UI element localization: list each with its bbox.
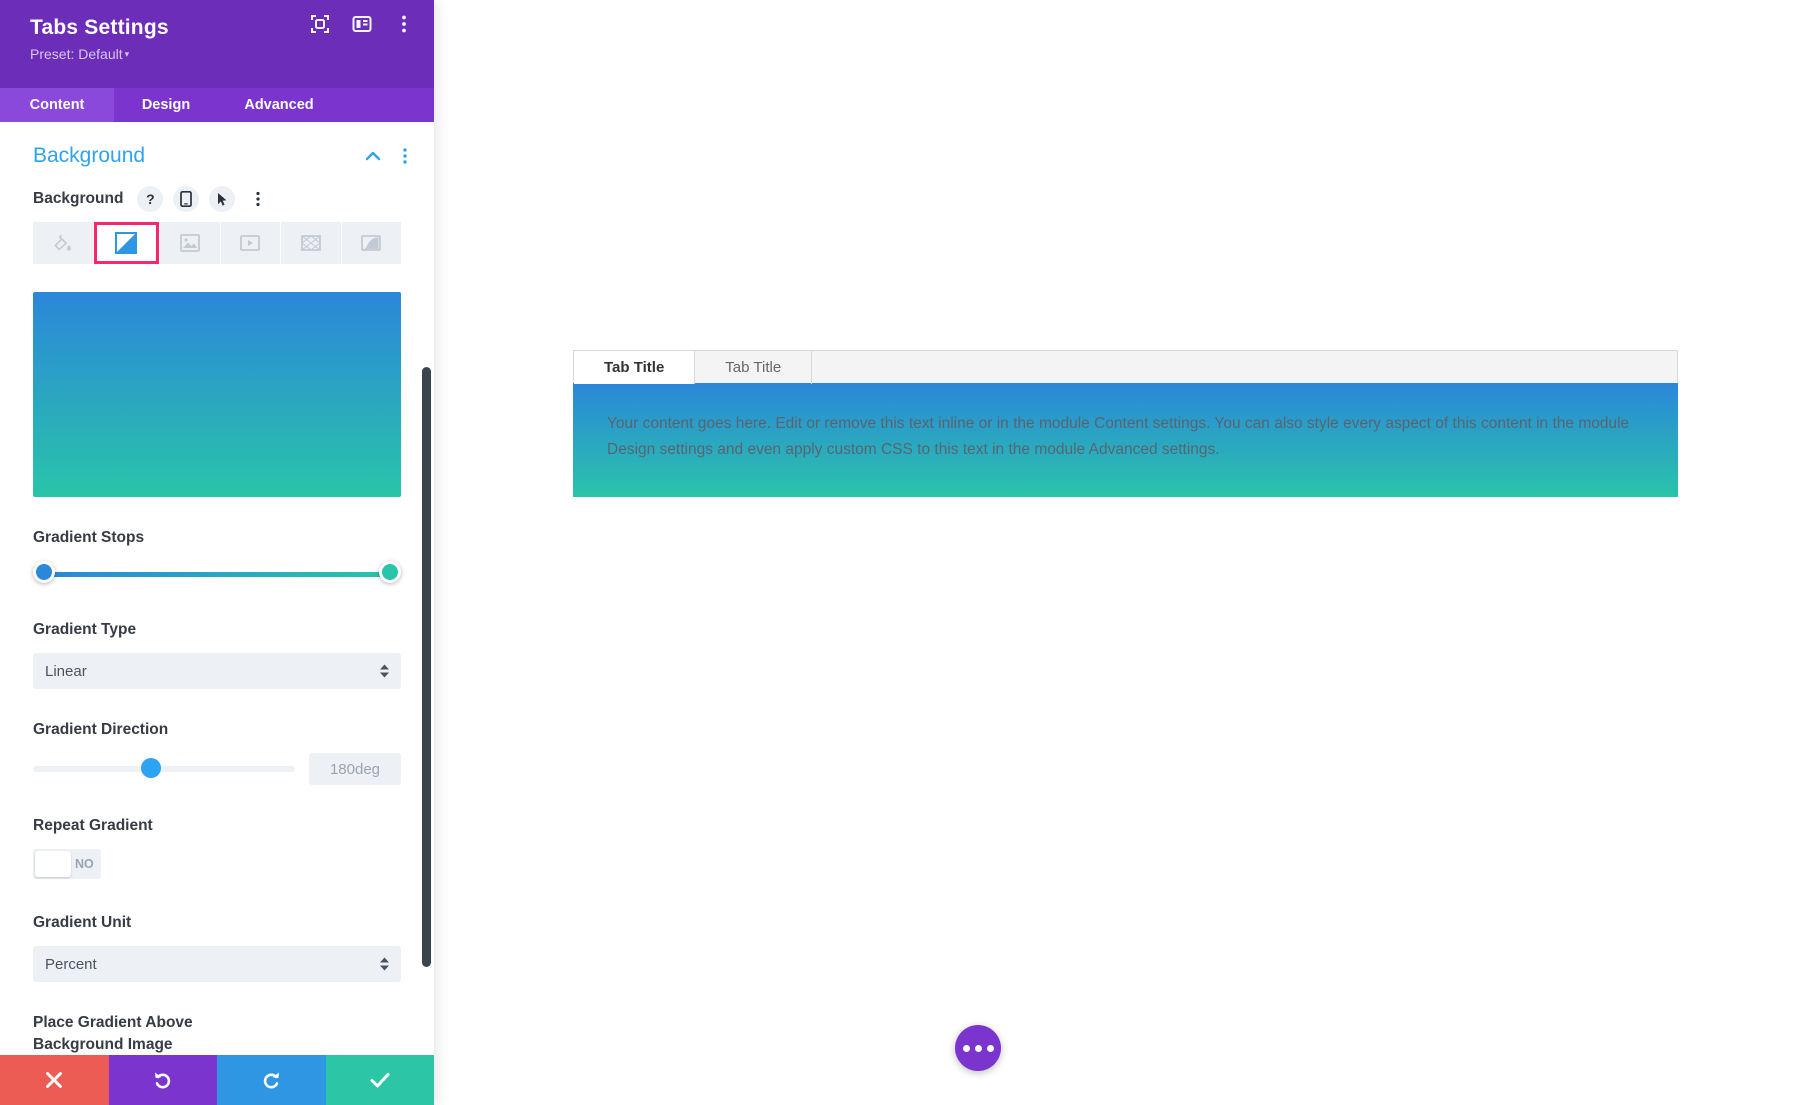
section-more-vertical-icon[interactable]: [402, 147, 408, 165]
header-icon-group: [310, 14, 414, 34]
background-type-pattern[interactable]: [281, 222, 341, 264]
focus-icon[interactable]: [310, 14, 330, 34]
paint-bucket-icon: [53, 233, 73, 253]
tab-design[interactable]: Design: [114, 88, 218, 122]
hover-cursor-icon[interactable]: [209, 186, 235, 212]
gradient-unit-select[interactable]: Percent: [33, 946, 401, 982]
chevron-down-icon: ▾: [125, 49, 130, 59]
more-vertical-icon[interactable]: [394, 14, 414, 34]
gradient-type-select[interactable]: Linear: [33, 653, 401, 689]
gradient-stops-slider[interactable]: [33, 561, 401, 589]
select-arrows-icon: [380, 665, 389, 678]
page-settings-fab[interactable]: [955, 1025, 1001, 1071]
toggle-knob: [35, 851, 71, 877]
background-type-color[interactable]: [33, 222, 93, 264]
panel-body: Background Background ?: [0, 122, 434, 1055]
gradient-stops-label: Gradient Stops: [33, 527, 401, 549]
image-icon: [180, 234, 200, 252]
background-type-tabs: [33, 222, 401, 264]
select-arrows-icon: [380, 958, 389, 971]
background-type-video[interactable]: [221, 222, 281, 264]
repeat-gradient-toggle[interactable]: NO: [33, 849, 101, 879]
gradient-unit-field: Gradient Unit Percent: [0, 912, 434, 982]
help-icon[interactable]: ?: [137, 186, 163, 212]
panel-header: Tabs Settings Preset: Default▾: [0, 0, 434, 88]
module-tab-0[interactable]: Tab Title: [574, 351, 695, 384]
dot-icon: [975, 1045, 982, 1052]
background-type-gradient[interactable]: [94, 222, 160, 264]
repeat-gradient-value: NO: [75, 857, 94, 871]
close-icon: [44, 1070, 64, 1090]
layout-panel-icon[interactable]: [352, 14, 372, 34]
dot-icon: [987, 1045, 994, 1052]
tabs-nav-filler: [812, 351, 1677, 384]
pattern-icon: [301, 234, 321, 252]
tab-content[interactable]: Content: [0, 88, 114, 122]
background-more-vertical-icon[interactable]: [245, 186, 271, 212]
gradient-stops-track: [41, 572, 392, 577]
background-section-header: Background: [0, 122, 434, 180]
tab-advanced[interactable]: Advanced: [218, 88, 340, 122]
redo-button[interactable]: [217, 1055, 326, 1105]
gradient-direction-thumb[interactable]: [141, 758, 161, 778]
undo-button[interactable]: [109, 1055, 218, 1105]
redo-icon: [260, 1069, 282, 1091]
gradient-direction-label: Gradient Direction: [33, 719, 401, 741]
panel-scrollbar-thumb[interactable]: [422, 367, 431, 967]
panel-tab-strip: Content Design Advanced: [0, 88, 434, 122]
panel-scroll-region: Background Background ?: [0, 122, 434, 1055]
gradient-type-label: Gradient Type: [33, 619, 401, 641]
gradient-unit-label: Gradient Unit: [33, 912, 401, 934]
dot-icon: [963, 1045, 970, 1052]
panel-footer: [0, 1055, 434, 1105]
gradient-stop-handle-start[interactable]: [33, 561, 55, 583]
tabs-module-content[interactable]: Your content goes here. Edit or remove t…: [573, 383, 1678, 497]
gradient-stop-handle-end[interactable]: [379, 561, 401, 583]
gradient-stops-field: Gradient Stops: [0, 527, 434, 589]
gradient-type-field: Gradient Type Linear: [0, 619, 434, 689]
chevron-up-icon[interactable]: [364, 147, 382, 165]
gradient-unit-value: Percent: [45, 956, 97, 973]
section-title: Background: [33, 144, 344, 168]
gradient-direction-slider[interactable]: [33, 758, 295, 780]
mask-icon: [361, 234, 381, 252]
background-field-label: Background: [33, 190, 123, 208]
place-gradient-above-field: Place Gradient Above Background Image NO: [0, 1012, 434, 1055]
preset-label: Preset: Default: [30, 46, 123, 62]
repeat-gradient-label: Repeat Gradient: [33, 815, 401, 837]
repeat-gradient-field: Repeat Gradient NO: [0, 815, 434, 882]
gradient-icon: [115, 232, 137, 254]
module-tab-1[interactable]: Tab Title: [695, 351, 812, 384]
background-type-image[interactable]: [160, 222, 220, 264]
background-type-mask[interactable]: [342, 222, 402, 264]
gradient-direction-input[interactable]: [309, 753, 401, 785]
gradient-type-value: Linear: [45, 663, 87, 680]
page-canvas: Tab Title Tab Title Your content goes he…: [434, 0, 1800, 1105]
tabs-module: Tab Title Tab Title Your content goes he…: [573, 350, 1678, 497]
gradient-direction-track: [33, 766, 295, 772]
cancel-button[interactable]: [0, 1055, 109, 1105]
responsive-mobile-icon[interactable]: [173, 186, 199, 212]
check-icon: [369, 1070, 391, 1090]
tabs-settings-panel: Tabs Settings Preset: Default▾ Content: [0, 0, 434, 1105]
save-button[interactable]: [326, 1055, 435, 1105]
video-icon: [240, 234, 260, 252]
background-field-label-row: Background ?: [0, 180, 434, 222]
help-glyph: ?: [146, 192, 155, 206]
place-gradient-above-label: Place Gradient Above Background Image: [33, 1012, 248, 1055]
gradient-direction-field: Gradient Direction: [0, 719, 434, 785]
tabs-module-content-text: Your content goes here. Edit or remove t…: [607, 415, 1629, 458]
tabs-module-nav: Tab Title Tab Title: [573, 350, 1678, 383]
undo-icon: [152, 1069, 174, 1091]
preset-selector[interactable]: Preset: Default▾: [30, 45, 412, 63]
gradient-preview-swatch[interactable]: [33, 292, 401, 497]
